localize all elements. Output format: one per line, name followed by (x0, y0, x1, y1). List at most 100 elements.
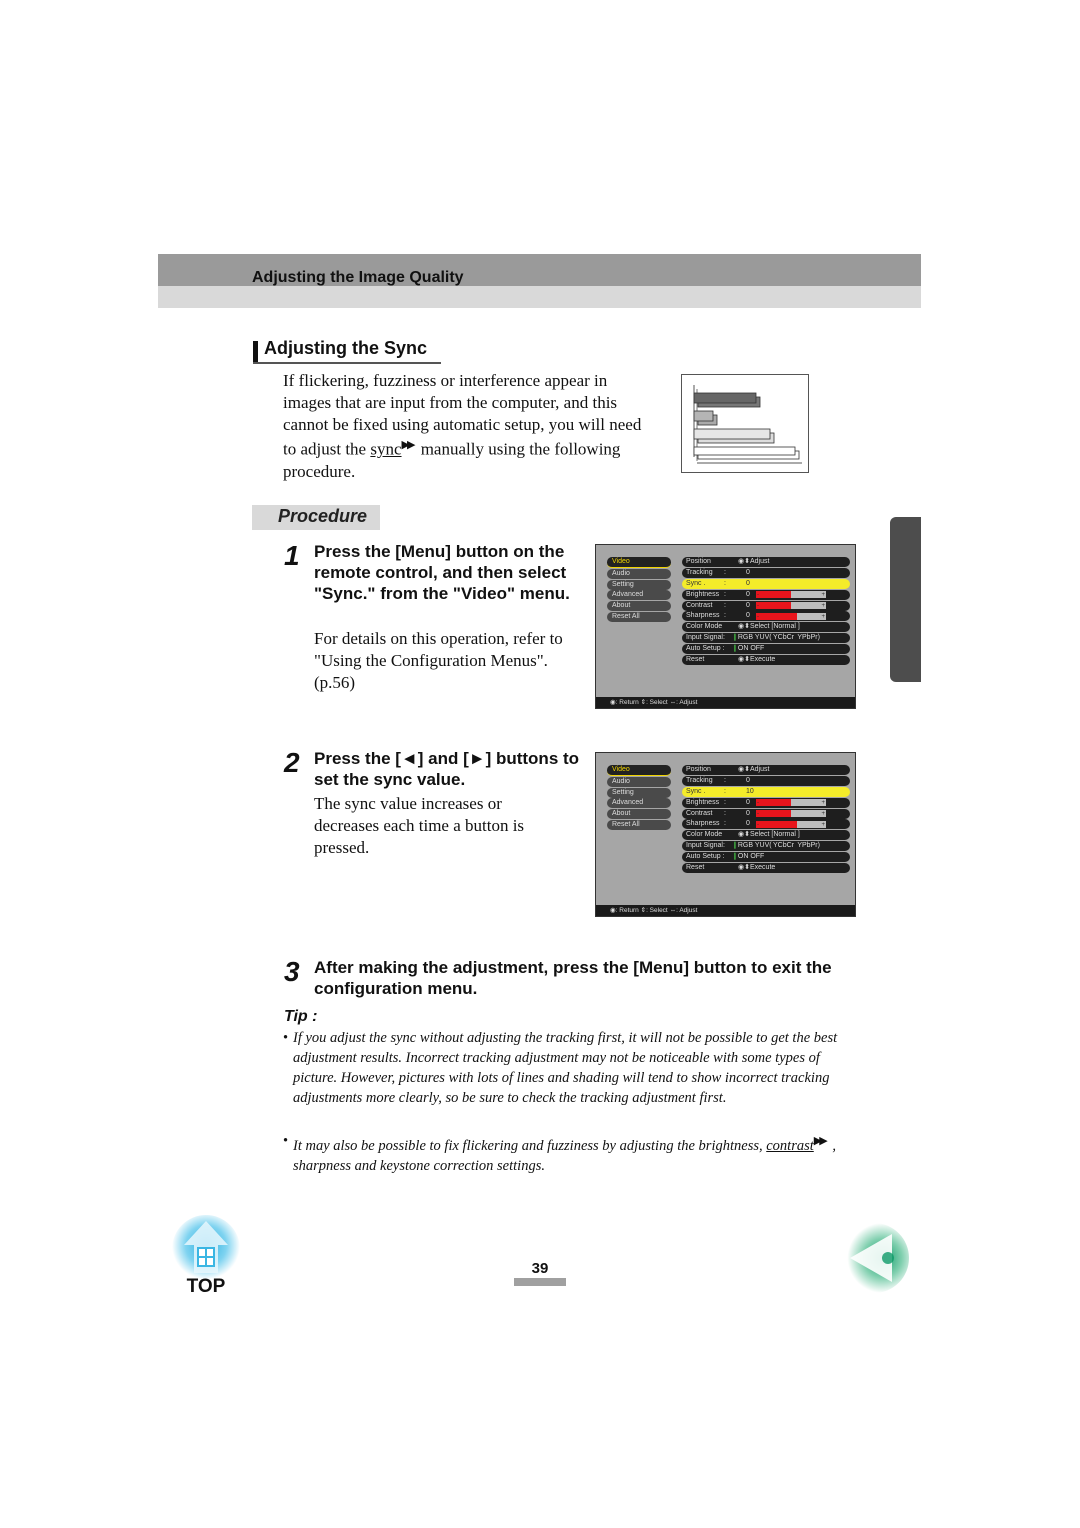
enter-button-icon: ◉ (738, 558, 745, 565)
osd-level-bar: - + (756, 799, 826, 807)
osd-row-reset: Reset ◉⬍Execute (682, 863, 850, 874)
osd-row-action: ◉⬍Select [Normal ] (738, 831, 800, 839)
osd-submenu: Position ◉⬍Adjust Tracking: 0 Sync .: 10 Brigh… (682, 765, 850, 874)
osd-row-action: ◉⬍Adjust (738, 766, 770, 773)
glossary-link-icon[interactable]: ▶▶ (402, 439, 416, 451)
osd-row-options: ❙RGB YUV( YCbCr YPbPr) (732, 634, 820, 642)
sync-illustration (681, 374, 809, 473)
colon: : (724, 787, 726, 795)
step-2-heading: Press the [◄] and [►] buttons to set the… (314, 749, 580, 789)
osd-row-value: 0 (746, 798, 750, 806)
osd-help-bar: ◉: Return ⇕: Select ⇔: Adjust (596, 697, 855, 708)
colon: : (724, 579, 726, 587)
enter-button-icon: ◉ (738, 864, 745, 872)
osd-row-label: Tracking (686, 776, 713, 784)
bullet: • (283, 1133, 289, 1149)
osd-row-action: ◉⬍Select [Normal ] (738, 623, 800, 631)
step-3-heading: After making the adjustment, press the [… (314, 958, 832, 998)
osd-row-label: Sharpness (686, 612, 720, 620)
osd-level-bar: - + (756, 810, 826, 818)
page-number-bar (514, 1278, 566, 1286)
osd-menu-about: About (607, 809, 671, 820)
osd-level-fill (756, 602, 791, 610)
osd-action-label: Select (749, 623, 770, 631)
minus-icon: - (757, 811, 759, 818)
osd-level-fill (756, 810, 791, 818)
osd-row-sync: Sync .: 0 (682, 578, 850, 589)
top-button[interactable]: TOP (170, 1215, 245, 1297)
chapter-title: Adjusting the Image Quality (252, 269, 464, 286)
minus-icon: - (757, 821, 759, 828)
osd-color-mode-value: [Normal ] (771, 623, 800, 631)
osd-row-value: 0 (746, 568, 750, 576)
osd-color-mode-value: [Normal ] (771, 831, 800, 839)
osd-level-fill (756, 591, 791, 599)
home-top-icon: TOP (172, 1215, 240, 1297)
osd-action-label: Execute (749, 864, 776, 872)
enter-button-icon: ◉ (738, 623, 745, 631)
osd-row-sync: Sync .: 10 (682, 786, 850, 797)
minus-icon: - (757, 800, 759, 807)
osd-row-label: Position (686, 766, 711, 773)
osd-row-label: Reset (686, 864, 705, 872)
osd-level-fill (756, 612, 797, 620)
glossary-link-icon[interactable]: ▶▶ (814, 1135, 828, 1147)
colon: : (724, 820, 726, 828)
section-title: Adjusting the Sync (264, 338, 428, 358)
osd-submenu: Position ◉⬍Adjust Tracking: 0 Sync .: 0 Bright… (682, 557, 850, 666)
bullet: • (283, 1030, 289, 1046)
osd-level-bar: - + (756, 602, 826, 610)
osd-row-options: ❙RGB YUV( YCbCr YPbPr) (732, 842, 820, 850)
osd-row-label: Input Signal: (686, 842, 725, 850)
plus-icon: + (821, 603, 825, 610)
osd-menu-setting: Setting (607, 579, 671, 590)
sync-bars-figure (693, 385, 802, 464)
glossary-link-sync[interactable]: sync (370, 440, 401, 459)
heading-underline (253, 362, 441, 364)
osd-row-action: ◉⬍Execute (738, 656, 776, 664)
tip-item-2-before: It may also be possible to fix flickerin… (293, 1137, 767, 1154)
osd-row-label: Brightness (686, 798, 720, 806)
osd-row-color-mode: Color Mode ◉⬍Select [Normal ] (682, 830, 850, 841)
osd-row-value: 0 (746, 809, 750, 817)
osd-row-position: Position ◉⬍Adjust (682, 557, 850, 567)
osd-row-label: Tracking (686, 568, 713, 576)
osd-main-menu: Video Audio Setting Advanced About Reset All (607, 557, 671, 623)
osd-row-action: ◉⬍Execute (738, 864, 776, 872)
top-label: TOP (187, 1276, 226, 1295)
back-button[interactable] (838, 1222, 910, 1294)
osd-row-sharpness: Sharpness:0- + (682, 819, 850, 830)
osd-row-input-signal: Input Signal: ❙RGB YUV( YCbCr YPbPr) (682, 633, 850, 644)
plus-icon: + (821, 811, 825, 818)
osd-menu-audio: Audio (607, 776, 671, 787)
osd-level-bar: - + (756, 820, 826, 828)
chapter-side-tab[interactable] (890, 517, 921, 682)
step-1-heading: Press the [Menu] button on the remote co… (314, 542, 570, 603)
plus-icon: + (821, 800, 825, 807)
osd-action-label: Adjust (749, 766, 770, 773)
osd-menu-about: About (607, 601, 671, 612)
step-2-body: The sync value increases or decreases ea… (314, 794, 525, 857)
osd-row-value: 0 (746, 579, 750, 587)
osd-row-label: Color Mode (686, 831, 723, 839)
osd-menu-screenshot-2: Video Audio Setting Advanced About Reset All P… (595, 752, 856, 917)
osd-row-sharpness: Sharpness:0- + (682, 611, 850, 622)
colon: : (724, 776, 726, 784)
step-1-number: 1 (284, 540, 300, 571)
osd-row-label: Brightness (686, 590, 720, 598)
colon: : (724, 798, 726, 806)
osd-row-value: 10 (746, 787, 754, 795)
osd-row-tracking: Tracking: 0 (682, 775, 850, 786)
enter-button-icon: ◉ (738, 766, 745, 773)
osd-row-reset: Reset ◉⬍Execute (682, 655, 850, 666)
osd-row-label: Contrast (686, 601, 713, 609)
osd-menu-advanced: Advanced (607, 798, 671, 809)
tip-item-1: • If you adjust the sync without adjusti… (283, 1028, 858, 1108)
osd-row-value: 0 (746, 590, 750, 598)
osd-row-label: Sync . (686, 579, 706, 587)
osd-row-label: Reset (686, 656, 705, 664)
glossary-link-contrast[interactable]: contrast (766, 1138, 814, 1154)
back-arrow-icon (839, 1223, 909, 1293)
osd-level-bar: - + (756, 612, 826, 620)
osd-row-brightness: Brightness:0- + (682, 797, 850, 808)
